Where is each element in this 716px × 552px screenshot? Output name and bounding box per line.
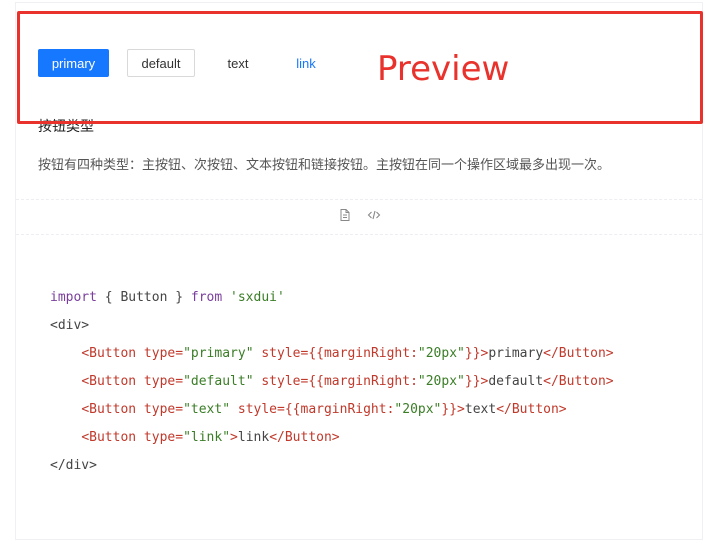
code-button-line: <Button type="link">link</Button> xyxy=(50,424,614,452)
code-button-line: <Button type="text" style={{marginRight:… xyxy=(50,396,614,424)
code-token: </Button> xyxy=(543,374,614,389)
code-token: type= xyxy=(136,374,184,389)
file-icon[interactable] xyxy=(338,208,352,222)
code-token: "20px" xyxy=(417,374,465,389)
code-token: "default" xyxy=(183,374,254,389)
code-token: <Button xyxy=(81,346,137,361)
code-div-close: </div> xyxy=(50,458,97,473)
code-block: import { Button } from 'sxdui' <div> <Bu… xyxy=(50,284,614,480)
code-token: { Button } xyxy=(96,290,191,305)
code-token: }} xyxy=(464,374,481,389)
code-token: link xyxy=(237,430,270,445)
code-button-line: <Button type="default" style={{marginRig… xyxy=(50,368,614,396)
demo-description: 按钮有四种类型：主按钮、次按钮、文本按钮和链接按钮。主按钮在同一个操作区域最多出… xyxy=(38,158,611,173)
code-token: </Button> xyxy=(543,346,614,361)
divider xyxy=(16,199,702,200)
code-token: primary xyxy=(488,346,544,361)
code-token: type= xyxy=(136,402,184,417)
code-token: </Button> xyxy=(269,430,340,445)
code-token: 'sxdui' xyxy=(222,290,285,305)
code-token: "20px" xyxy=(394,402,442,417)
code-token: > xyxy=(457,402,465,417)
code-token: "primary" xyxy=(183,346,254,361)
code-token: from xyxy=(190,290,223,305)
code-token: style= xyxy=(253,374,309,389)
code-token: {{marginRight: xyxy=(284,402,395,417)
code-token: {{marginRight: xyxy=(308,374,418,389)
demo-title: 按钮类型 xyxy=(38,119,94,135)
code-icon[interactable] xyxy=(367,208,381,222)
text-button[interactable]: text xyxy=(216,49,260,77)
code-token: text xyxy=(464,402,497,417)
code-token: default xyxy=(488,374,544,389)
code-token: > xyxy=(230,430,238,445)
default-button[interactable]: default xyxy=(127,49,195,77)
code-token: import xyxy=(50,290,97,305)
code-token: "20px" xyxy=(417,346,465,361)
code-token: }} xyxy=(464,346,481,361)
code-token: type= xyxy=(136,430,184,445)
code-import-line: import { Button } from 'sxdui' xyxy=(50,284,614,312)
code-token: </Button> xyxy=(496,402,567,417)
code-token: "link" xyxy=(183,430,231,445)
code-token: style= xyxy=(253,346,309,361)
code-token: <Button xyxy=(81,430,137,445)
code-token: style= xyxy=(230,402,285,417)
primary-button[interactable]: primary xyxy=(38,49,109,77)
preview-annotation: Preview xyxy=(377,49,510,89)
code-token: {{marginRight: xyxy=(308,346,418,361)
code-div-open: <div> xyxy=(50,318,90,333)
code-token: <Button xyxy=(81,374,137,389)
code-token: "text" xyxy=(183,402,231,417)
code-token: <Button xyxy=(81,402,137,417)
code-token: type= xyxy=(136,346,184,361)
code-button-line: <Button type="primary" style={{marginRig… xyxy=(50,340,614,368)
code-token: }} xyxy=(441,402,458,417)
divider xyxy=(16,234,702,235)
link-button[interactable]: link xyxy=(284,49,328,77)
